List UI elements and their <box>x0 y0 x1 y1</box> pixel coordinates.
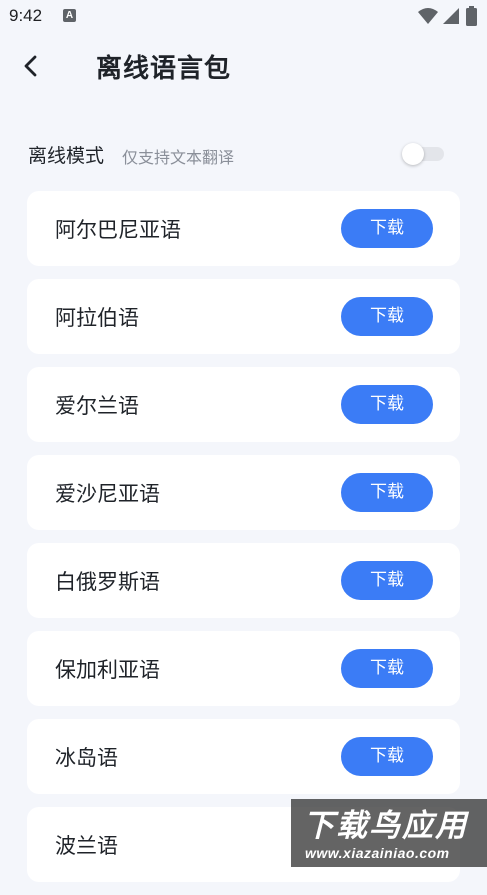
language-name: 爱尔兰语 <box>55 394 139 418</box>
language-name: 白俄罗斯语 <box>55 570 160 594</box>
language-name: 阿尔巴尼亚语 <box>55 218 181 242</box>
watermark-logo: 下载鸟应用 <box>303 808 470 843</box>
download-button[interactable]: 下载 <box>341 737 433 776</box>
svg-text:下载鸟应用: 下载鸟应用 <box>303 808 470 843</box>
watermark: 下载鸟应用 www.xiazainiao.com <box>291 799 487 867</box>
language-item: 冰岛语 下载 <box>27 719 460 794</box>
language-name: 保加利亚语 <box>55 658 160 682</box>
language-name: 波兰语 <box>55 834 118 858</box>
download-button[interactable]: 下载 <box>341 297 433 336</box>
download-button[interactable]: 下载 <box>341 473 433 512</box>
download-button[interactable]: 下载 <box>341 561 433 600</box>
wifi-icon <box>418 8 438 24</box>
offline-mode-toggle[interactable] <box>402 142 444 165</box>
language-name: 阿拉伯语 <box>55 306 139 330</box>
language-item: 阿拉伯语 下载 <box>27 279 460 354</box>
status-time: 9:42 <box>9 6 43 25</box>
language-item: 保加利亚语 下载 <box>27 631 460 706</box>
toggle-knob <box>402 143 424 165</box>
status-bar: 9:42 A <box>0 0 487 34</box>
language-item: 白俄罗斯语 下载 <box>27 543 460 618</box>
back-button[interactable] <box>16 50 48 82</box>
offline-mode-subtitle: 仅支持文本翻译 <box>122 148 235 167</box>
download-button[interactable]: 下载 <box>341 649 433 688</box>
offline-mode-row: 离线模式 仅支持文本翻译 <box>28 136 448 170</box>
language-name: 冰岛语 <box>55 746 118 770</box>
page-title: 离线语言包 <box>96 54 232 84</box>
offline-mode-label: 离线模式 <box>28 145 105 167</box>
signal-icon <box>443 8 459 24</box>
language-list: 阿尔巴尼亚语 下载 阿拉伯语 下载 爱尔兰语 下载 爱沙尼亚语 下载 白俄罗斯语… <box>27 191 460 895</box>
language-item: 阿尔巴尼亚语 下载 <box>27 191 460 266</box>
download-button[interactable]: 下载 <box>341 209 433 248</box>
header: 离线语言包 <box>0 34 487 100</box>
watermark-url: www.xiazainiao.com <box>305 845 450 861</box>
language-item: 爱沙尼亚语 下载 <box>27 455 460 530</box>
a-notification-icon: A <box>63 9 76 22</box>
download-button[interactable]: 下载 <box>341 385 433 424</box>
language-name: 爱沙尼亚语 <box>55 482 160 506</box>
chevron-left-icon <box>24 55 37 77</box>
language-item: 爱尔兰语 下载 <box>27 367 460 442</box>
battery-icon <box>466 6 477 26</box>
